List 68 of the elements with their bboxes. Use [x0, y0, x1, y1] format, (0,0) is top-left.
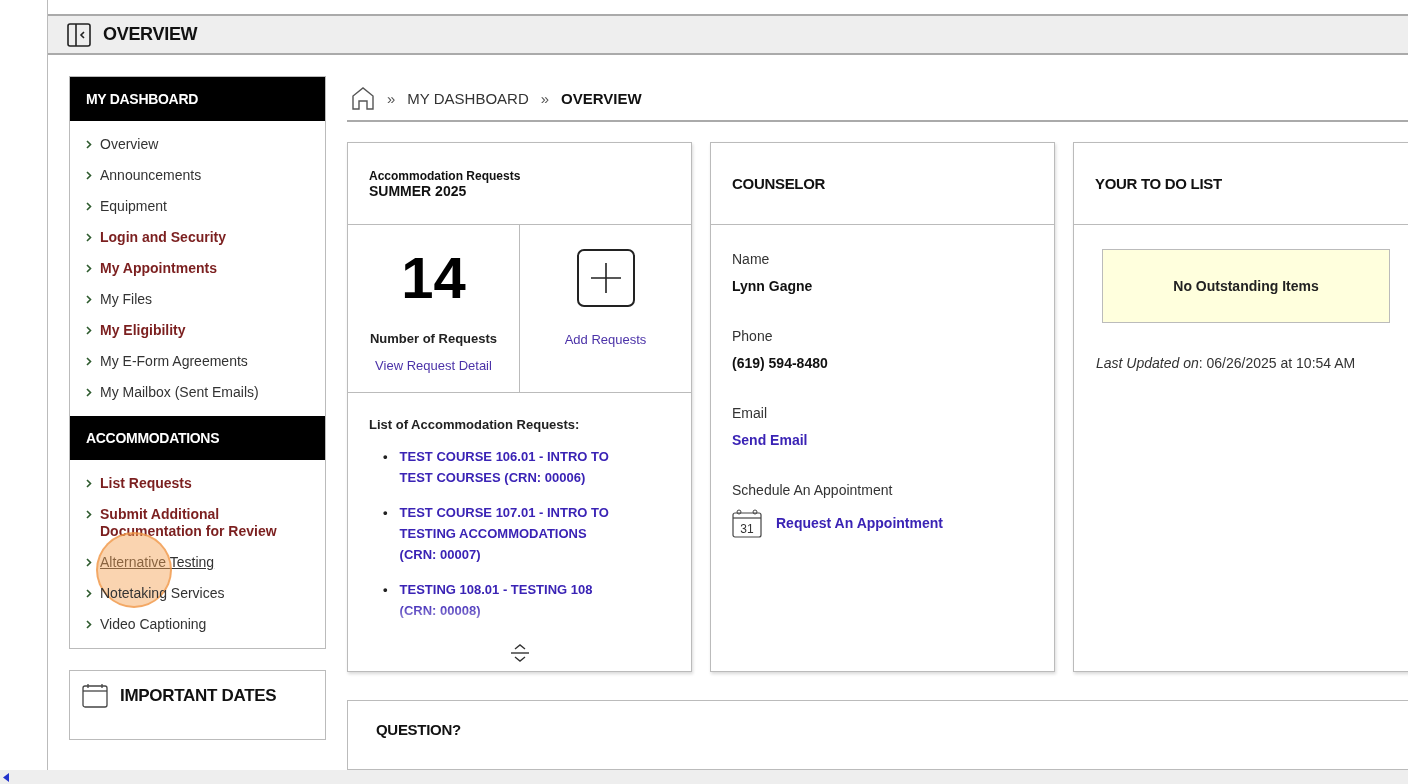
count-label: Number of Requests — [369, 331, 498, 346]
chevron-icon — [86, 140, 92, 149]
sidebar-link[interactable]: Video Captioning — [100, 616, 207, 633]
bullet: • — [383, 504, 388, 522]
request-link[interactable]: TEST COURSE 106.01 - INTRO TO TEST COURSES (CRN: 00006) — [399, 446, 625, 488]
section-header: MY DASHBOARD — [70, 77, 325, 121]
breadcrumb-separator: » — [540, 89, 550, 107]
field-value: (619) 594-8480 — [732, 355, 829, 371]
sidebar-link[interactable]: Announcements — [100, 167, 202, 184]
card-title: QUESTION? — [376, 721, 461, 738]
chevron-icon — [86, 295, 92, 304]
sidebar-link[interactable]: Alternative Testing — [100, 554, 215, 571]
breadcrumb-separator: » — [387, 89, 396, 107]
sidebar-link[interactable]: Overview — [100, 136, 159, 153]
field-label: Phone — [732, 328, 774, 344]
expand-icon[interactable] — [509, 643, 530, 663]
chevron-icon — [86, 357, 92, 366]
sidebar-toggle-icon[interactable] — [67, 22, 91, 47]
sidebar-link[interactable]: Submit Additional Documentation for Review — [100, 506, 290, 540]
chevron-icon — [86, 233, 92, 242]
chevron-icon — [86, 589, 92, 598]
card-title: Accommodation Requests — [369, 168, 522, 183]
sidebar-link[interactable]: List Requests — [100, 475, 192, 492]
email-link[interactable]: Send Email — [732, 432, 1033, 448]
chevron-icon — [86, 202, 92, 211]
request-link[interactable]: TEST COURSE 107.01 - INTRO TO TESTING ACCOMMODATIONS (CRN: 00007) — [399, 502, 625, 565]
bullet: • — [383, 448, 388, 466]
field-label: Schedule An Appointment — [732, 482, 894, 498]
calendar-icon — [82, 683, 108, 708]
request-link[interactable]: TESTING 108.01 - TESTING 108 (CRN: 00008) — [399, 579, 625, 621]
last-updated-text: Last Updated on: 06/26/2025 at 10:54 AM — [1096, 355, 1357, 371]
sidebar-link[interactable]: My Appointments — [100, 260, 217, 277]
sidebar-link[interactable]: Notetaking Services — [100, 585, 225, 602]
field-value: Lynn Gagne — [732, 278, 814, 294]
breadcrumb-link[interactable]: OVERVIEW — [561, 89, 642, 107]
chevron-icon — [86, 171, 92, 180]
term-label: SUMMER 2025 — [369, 182, 467, 199]
field-label: Email — [732, 405, 768, 421]
breadcrumb-link[interactable]: MY DASHBOARD — [407, 89, 529, 107]
chevron-icon — [86, 479, 92, 488]
request-count: 14 — [401, 245, 466, 311]
view-detail-link[interactable]: View Request Detail — [375, 358, 492, 373]
sidebar-link[interactable]: My E-Form Agreements — [100, 353, 248, 370]
section-header: ACCOMMODATIONS — [70, 416, 325, 460]
sidebar-link[interactable]: My Eligibility — [100, 322, 186, 339]
sidebar-link[interactable]: Equipment — [100, 198, 167, 215]
bullet: • — [383, 581, 388, 599]
chevron-icon — [86, 264, 92, 273]
chevron-icon — [86, 388, 92, 397]
chevron-icon — [86, 510, 92, 519]
add-requests-link[interactable]: Add Requests — [564, 332, 647, 347]
add-icon[interactable] — [576, 249, 635, 307]
card-title: COUNSELOR — [732, 175, 827, 192]
field-label: Name — [732, 251, 771, 267]
home-icon[interactable] — [351, 86, 375, 110]
notice-banner: No Outstanding Items — [1102, 249, 1390, 323]
page-title: OVERVIEW — [103, 24, 198, 46]
panel-title: IMPORTANT DATES — [120, 686, 277, 706]
appointment-link[interactable]: Request An Appointment — [776, 515, 943, 531]
sidebar-link[interactable]: My Files — [100, 291, 153, 308]
chevron-icon — [86, 620, 92, 629]
scroll-left-icon[interactable] — [3, 772, 9, 782]
sidebar-link[interactable]: My Mailbox (Sent Emails) — [100, 384, 259, 401]
sidebar-link[interactable]: Login and Security — [100, 229, 226, 246]
chevron-icon — [86, 326, 92, 335]
list-title: List of Accommodation Requests: — [369, 417, 581, 432]
chevron-icon — [86, 558, 92, 567]
card-title: YOUR TO DO LIST — [1095, 175, 1223, 192]
